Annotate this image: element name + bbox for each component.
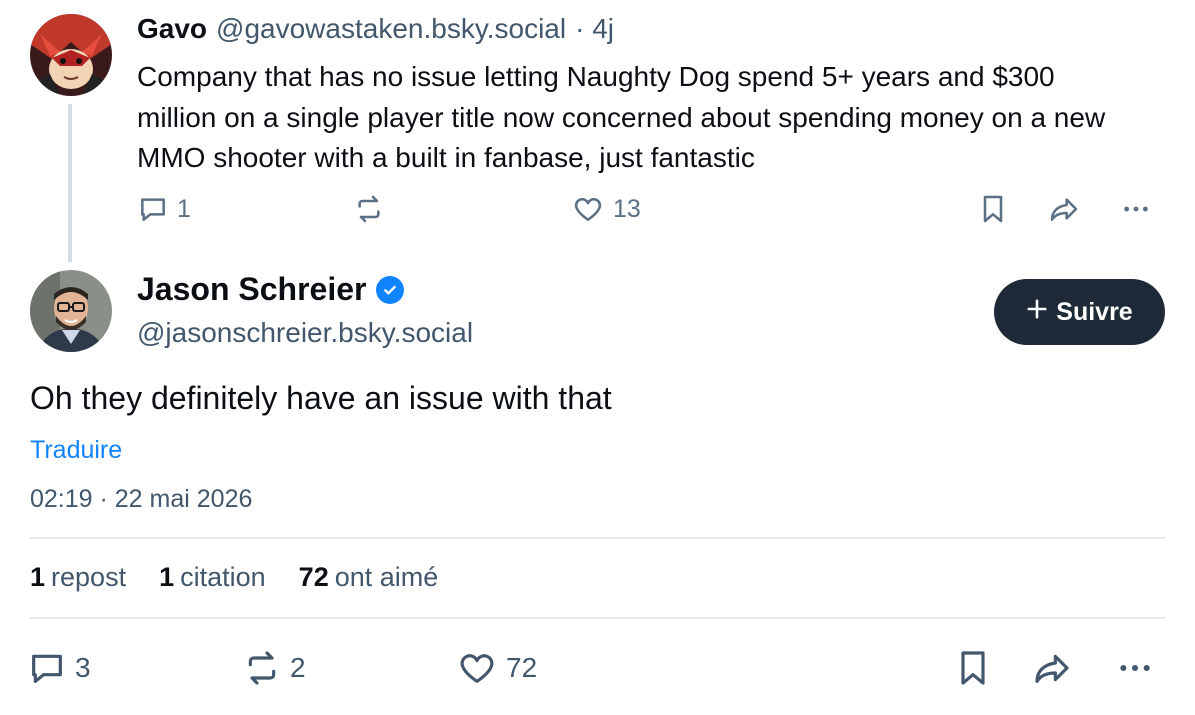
main-author-row: Jason Schreier (137, 271, 405, 308)
reposts-stat[interactable]: 1 repost (30, 562, 126, 593)
heart-icon (456, 648, 498, 688)
parent-avatar[interactable] (30, 14, 112, 96)
main-repost-button[interactable]: 2 (242, 648, 306, 688)
parent-post-text: Company that has no issue letting Naught… (137, 61, 1106, 173)
plus-icon (1026, 298, 1048, 327)
divider (30, 617, 1165, 619)
main-repost-count: 2 (290, 652, 306, 683)
reply-icon (137, 193, 169, 225)
parent-bookmark-button[interactable] (977, 193, 1009, 225)
quotes-label: citation (180, 562, 266, 592)
repost-icon (353, 193, 385, 225)
likes-stat[interactable]: 72 ont aimé (299, 562, 439, 593)
more-icon (1114, 648, 1156, 688)
main-bookmark-button[interactable] (953, 648, 993, 688)
share-icon (1030, 648, 1074, 688)
more-icon (1119, 193, 1153, 225)
parent-author-handle[interactable]: @gavowastaken.bsky.social (216, 13, 566, 45)
parent-author-name[interactable]: Gavo (137, 13, 207, 45)
likes-count: 72 (298, 562, 329, 592)
main-reply-count: 3 (75, 652, 91, 683)
parent-post-age[interactable]: · 4j (575, 13, 614, 45)
divider (30, 537, 1165, 539)
main-avatar[interactable] (30, 270, 112, 352)
follow-label: Suivre (1056, 297, 1133, 326)
reply-icon (27, 648, 67, 688)
main-more-button[interactable] (1114, 648, 1156, 688)
reposts-count: 1 (30, 562, 46, 592)
share-icon (1046, 193, 1082, 225)
parent-reply-count: 1 (177, 194, 191, 223)
main-like-button[interactable]: 72 (456, 648, 537, 688)
parent-more-button[interactable] (1119, 193, 1153, 225)
main-author-name[interactable]: Jason Schreier (137, 271, 366, 308)
likes-label: ont aimé (334, 562, 439, 592)
engagement-stats: 1 repost 1 citation 72 ont aimé (30, 562, 438, 593)
bookmark-icon (953, 648, 993, 688)
main-author-handle[interactable]: @jasonschreier.bsky.social (137, 317, 473, 349)
thread-line (68, 104, 72, 262)
verified-badge-icon[interactable] (376, 275, 405, 304)
main-like-count: 72 (506, 652, 538, 683)
quotes-count: 1 (159, 562, 175, 592)
parent-like-button[interactable]: 13 (571, 193, 641, 225)
reposts-label: repost (51, 562, 127, 592)
parent-header: Gavo @gavowastaken.bsky.social · 4j (137, 13, 614, 45)
repost-icon (242, 648, 282, 688)
parent-share-button[interactable] (1046, 193, 1082, 225)
parent-like-count: 13 (613, 194, 641, 223)
follow-button[interactable]: Suivre (994, 279, 1165, 345)
post-timestamp[interactable]: 02:19 · 22 mai 2026 (30, 485, 252, 514)
main-post-text: Oh they definitely have an issue with th… (30, 380, 612, 416)
bookmark-icon (977, 193, 1009, 225)
parent-repost-button[interactable] (353, 193, 385, 225)
main-reply-button[interactable]: 3 (27, 648, 91, 688)
parent-reply-button[interactable]: 1 (137, 193, 191, 225)
heart-icon (571, 193, 605, 225)
main-share-button[interactable] (1030, 648, 1074, 688)
translate-link[interactable]: Traduire (30, 436, 122, 465)
quotes-stat[interactable]: 1 citation (159, 562, 266, 593)
